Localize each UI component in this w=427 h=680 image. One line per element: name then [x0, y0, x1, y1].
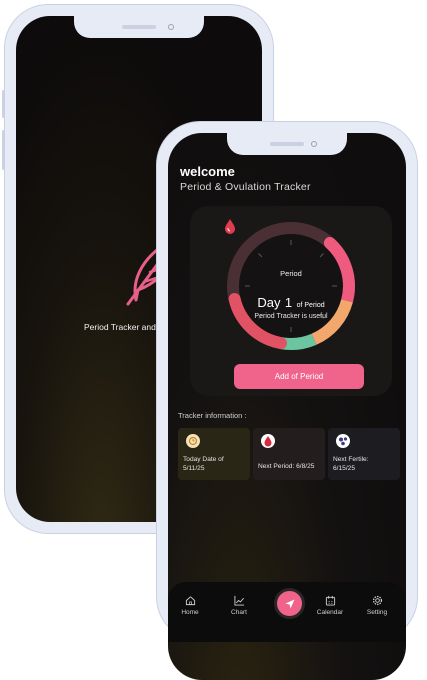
- card-value: 5/11/25: [183, 465, 205, 472]
- nav-chart[interactable]: Chart: [221, 595, 257, 616]
- home-icon: [185, 596, 195, 606]
- nav-calendar-label: Calendar: [316, 609, 344, 616]
- nav-calendar[interactable]: Calendar: [312, 595, 348, 616]
- card-line: Today Date of: [183, 456, 224, 463]
- gear-icon: [372, 595, 382, 606]
- nav-setting-label: Setting: [366, 609, 388, 616]
- period-label: Period: [280, 269, 302, 278]
- day-number: 1: [284, 295, 293, 310]
- nav-home-label: Home: [181, 609, 199, 616]
- chart-icon: [233, 595, 244, 606]
- cycle-ring: Period Day 1 of Period Period Tracker is…: [223, 218, 359, 354]
- next-fertile-card[interactable]: Next Fertile: 6/15/25: [328, 428, 400, 480]
- app-subtitle: Period & Ovulation Tracker: [180, 181, 311, 193]
- home-phone-frame: welcome Period & Ovulation Tracker Perio…: [156, 121, 418, 680]
- card-line: Next Period: 6/8/25: [258, 463, 315, 470]
- ovum-icon: [336, 434, 350, 448]
- day-suffix: of Period: [296, 302, 325, 309]
- splash-title: Period Tracker and: [84, 322, 156, 332]
- blood-drop-icon: [261, 434, 275, 448]
- today-date-card[interactable]: Today Date of 5/11/25: [178, 428, 250, 480]
- cycle-day: Day 1 of Period: [223, 294, 359, 312]
- phone-side-button: [2, 90, 5, 118]
- tracker-info-label: Tracker information :: [178, 411, 247, 420]
- card-line: Next Fertile:: [333, 456, 369, 463]
- phone-notch: [74, 16, 204, 38]
- tracker-tagline: Period Tracker is useful: [254, 313, 328, 320]
- next-period-card[interactable]: Next Period: 6/8/25: [253, 428, 325, 480]
- nav-home[interactable]: Home: [172, 595, 208, 616]
- phone-side-button: [2, 130, 5, 170]
- navigate-fab[interactable]: [274, 588, 305, 619]
- nav-chart-label: Chart: [231, 609, 247, 616]
- calendar-clock-icon: [186, 434, 200, 448]
- nav-setting[interactable]: Setting: [359, 595, 395, 616]
- bottom-nav: Home Chart Calendar Setting: [168, 582, 406, 642]
- card-value: 6/15/25: [333, 465, 355, 472]
- welcome-heading: welcome: [180, 164, 235, 179]
- navigation-arrow-icon: [285, 599, 294, 608]
- day-prefix: Day: [257, 295, 281, 310]
- add-period-button[interactable]: Add of Period: [234, 364, 364, 389]
- home-screen: welcome Period & Ovulation Tracker Perio…: [168, 133, 406, 680]
- phone-notch: [227, 133, 347, 155]
- cycle-card: Period Day 1 of Period Period Tracker is…: [190, 206, 392, 396]
- calendar-icon: [325, 595, 335, 606]
- blood-drop-icon: [225, 219, 235, 234]
